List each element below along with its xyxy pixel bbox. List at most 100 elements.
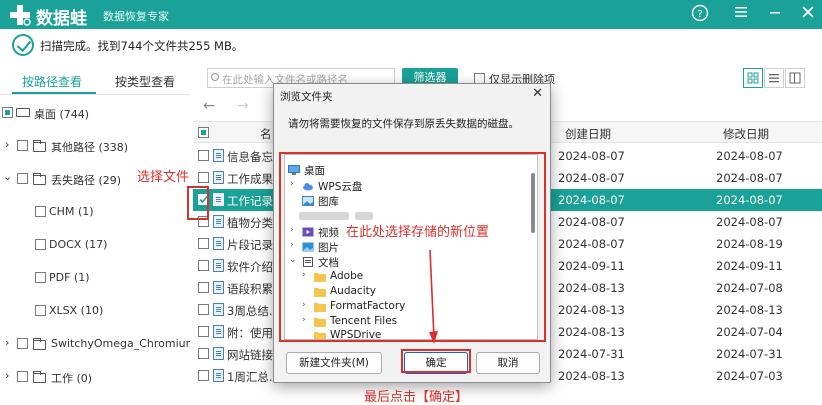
tree-checkbox[interactable] <box>17 338 28 349</box>
chevron-right-icon[interactable]: › <box>5 336 9 349</box>
tree-checkbox[interactable] <box>17 140 28 151</box>
tree-item-chm[interactable]: CHM (1) <box>0 203 190 223</box>
chevron-down-icon[interactable]: ⌄ <box>3 170 12 183</box>
modified-date: 2024-09-11 <box>716 259 783 273</box>
tree-item-desktop[interactable]: 桌面 (744) <box>0 104 190 124</box>
select-location-annotation: 在此处选择存储的新位置 <box>346 225 490 240</box>
file-icon <box>213 325 224 338</box>
tree-item-label: 桌面 (744) <box>34 108 90 121</box>
grid-view-icon[interactable] <box>743 68 763 88</box>
row-checkbox[interactable] <box>198 304 209 315</box>
desktop-icon <box>16 108 30 117</box>
created-date: 2024-08-13 <box>558 281 625 295</box>
tree-checkbox[interactable] <box>17 371 28 382</box>
tree-item-switchyomega[interactable]: › SwitchyOmega_Chromium (3 <box>0 335 190 355</box>
modified-date: 2024-08-07 <box>716 193 783 207</box>
modified-date: 2024-08-07 <box>716 171 783 185</box>
file-icon <box>213 259 224 272</box>
file-icon <box>213 215 224 228</box>
column-header-created[interactable]: 创建日期 <box>565 126 611 142</box>
created-date: 2024-09-11 <box>558 259 625 273</box>
tree-checkbox[interactable] <box>35 239 46 250</box>
folder-icon <box>33 140 46 152</box>
file-icon <box>213 281 224 294</box>
row-checkbox[interactable] <box>198 326 209 337</box>
view-tabs: 按路径查看 按类型查看 <box>0 66 190 94</box>
modified-date: 2024-08-19 <box>716 237 783 251</box>
select-file-highlight <box>187 186 209 220</box>
row-checkbox[interactable] <box>198 172 209 183</box>
file-icon <box>213 149 224 162</box>
tab-by-path[interactable]: 按路径查看 <box>22 73 82 90</box>
tree-item-label: PDF (1) <box>49 271 90 284</box>
file-icon <box>213 193 224 206</box>
created-date: 2024-08-07 <box>558 171 625 185</box>
tree-item-work[interactable]: › 工作 (0) <box>0 368 190 388</box>
row-checkbox[interactable] <box>198 150 209 161</box>
tab-by-type[interactable]: 按类型查看 <box>115 73 175 90</box>
forward-arrow-icon[interactable]: → <box>237 98 249 114</box>
close-icon[interactable] <box>798 4 818 24</box>
cancel-button[interactable]: 取消 <box>476 352 540 374</box>
tree-checkbox[interactable] <box>35 206 46 217</box>
folder-icon <box>33 173 46 185</box>
new-folder-button[interactable]: 新建文件夹(M) <box>286 352 382 374</box>
created-date: 2024-08-13 <box>558 325 625 339</box>
detail-view-icon[interactable] <box>785 68 805 88</box>
modified-date: 2024-08-13 <box>716 303 783 317</box>
created-date: 2024-08-13 <box>558 369 625 383</box>
column-header-name[interactable]: 名 <box>260 126 272 142</box>
dialog-close-icon[interactable]: ✕ <box>532 86 543 101</box>
row-checkbox[interactable] <box>198 348 209 359</box>
tree-checkbox[interactable] <box>2 107 13 118</box>
tree-item-other-paths[interactable]: › 其他路径 (338) <box>0 137 190 157</box>
tree-checkbox[interactable] <box>17 173 28 184</box>
tree-item-pdf[interactable]: PDF (1) <box>0 269 190 289</box>
modified-date: 2024-07-31 <box>716 347 783 361</box>
chevron-right-icon[interactable]: › <box>5 138 9 151</box>
annotation-arrow-icon <box>429 250 438 344</box>
chevron-right-icon[interactable]: › <box>5 369 9 382</box>
tree-item-xlsx[interactable]: XLSX (10) <box>0 302 190 322</box>
list-view-icon[interactable] <box>764 68 784 88</box>
row-checkbox[interactable] <box>198 238 209 249</box>
modified-date: 2024-08-07 <box>716 149 783 163</box>
back-arrow-icon[interactable]: ← <box>203 98 215 114</box>
tree-item-label: 工作 (0) <box>51 372 93 385</box>
row-checkbox[interactable] <box>198 370 209 381</box>
row-checkbox[interactable] <box>198 282 209 293</box>
tree-checkbox[interactable] <box>35 272 46 283</box>
tree-checkbox[interactable] <box>35 305 46 316</box>
search-icon <box>211 73 219 81</box>
modified-date: 2024-07-03 <box>716 369 783 383</box>
column-header-modified[interactable]: 修改日期 <box>723 126 769 142</box>
minimize-icon[interactable] <box>765 4 785 24</box>
select-location-highlight <box>279 152 546 342</box>
dialog-instruction: 请勿将需要恢复的文件保存到原丢失数据的磁盘。 <box>288 118 519 130</box>
menu-icon[interactable] <box>731 4 751 24</box>
final-click-annotation: 最后点击【确定】 <box>364 390 469 405</box>
modified-date: 2024-07-08 <box>716 281 783 295</box>
app-name: 数据蛙 <box>36 9 87 29</box>
file-icon <box>213 303 224 316</box>
file-icon <box>213 237 224 250</box>
tree-item-label: SwitchyOmega_Chromium (3 <box>51 337 190 350</box>
modified-date: 2024-08-07 <box>716 215 783 229</box>
created-date: 2024-08-07 <box>558 193 625 207</box>
tree-item-docx[interactable]: DOCX (17) <box>0 236 190 256</box>
sidebar-divider <box>0 94 190 95</box>
created-date: 2024-07-31 <box>558 347 625 361</box>
app-subtitle: 数据恢复专家 <box>103 10 169 23</box>
select-all-checkbox[interactable] <box>198 127 209 138</box>
created-date: 2024-08-07 <box>558 237 625 251</box>
tree-item-label: XLSX (10) <box>49 304 104 317</box>
svg-text:?: ? <box>697 9 702 20</box>
file-icon <box>213 347 224 360</box>
dialog-title: 浏览文件夹 <box>280 91 333 103</box>
row-checkbox[interactable] <box>198 260 209 271</box>
created-date: 2024-08-13 <box>558 303 625 317</box>
help-icon[interactable]: ? <box>690 4 710 24</box>
scan-complete-icon <box>12 34 34 56</box>
tree-item-label: DOCX (17) <box>49 238 108 251</box>
created-date: 2024-08-07 <box>558 149 625 163</box>
